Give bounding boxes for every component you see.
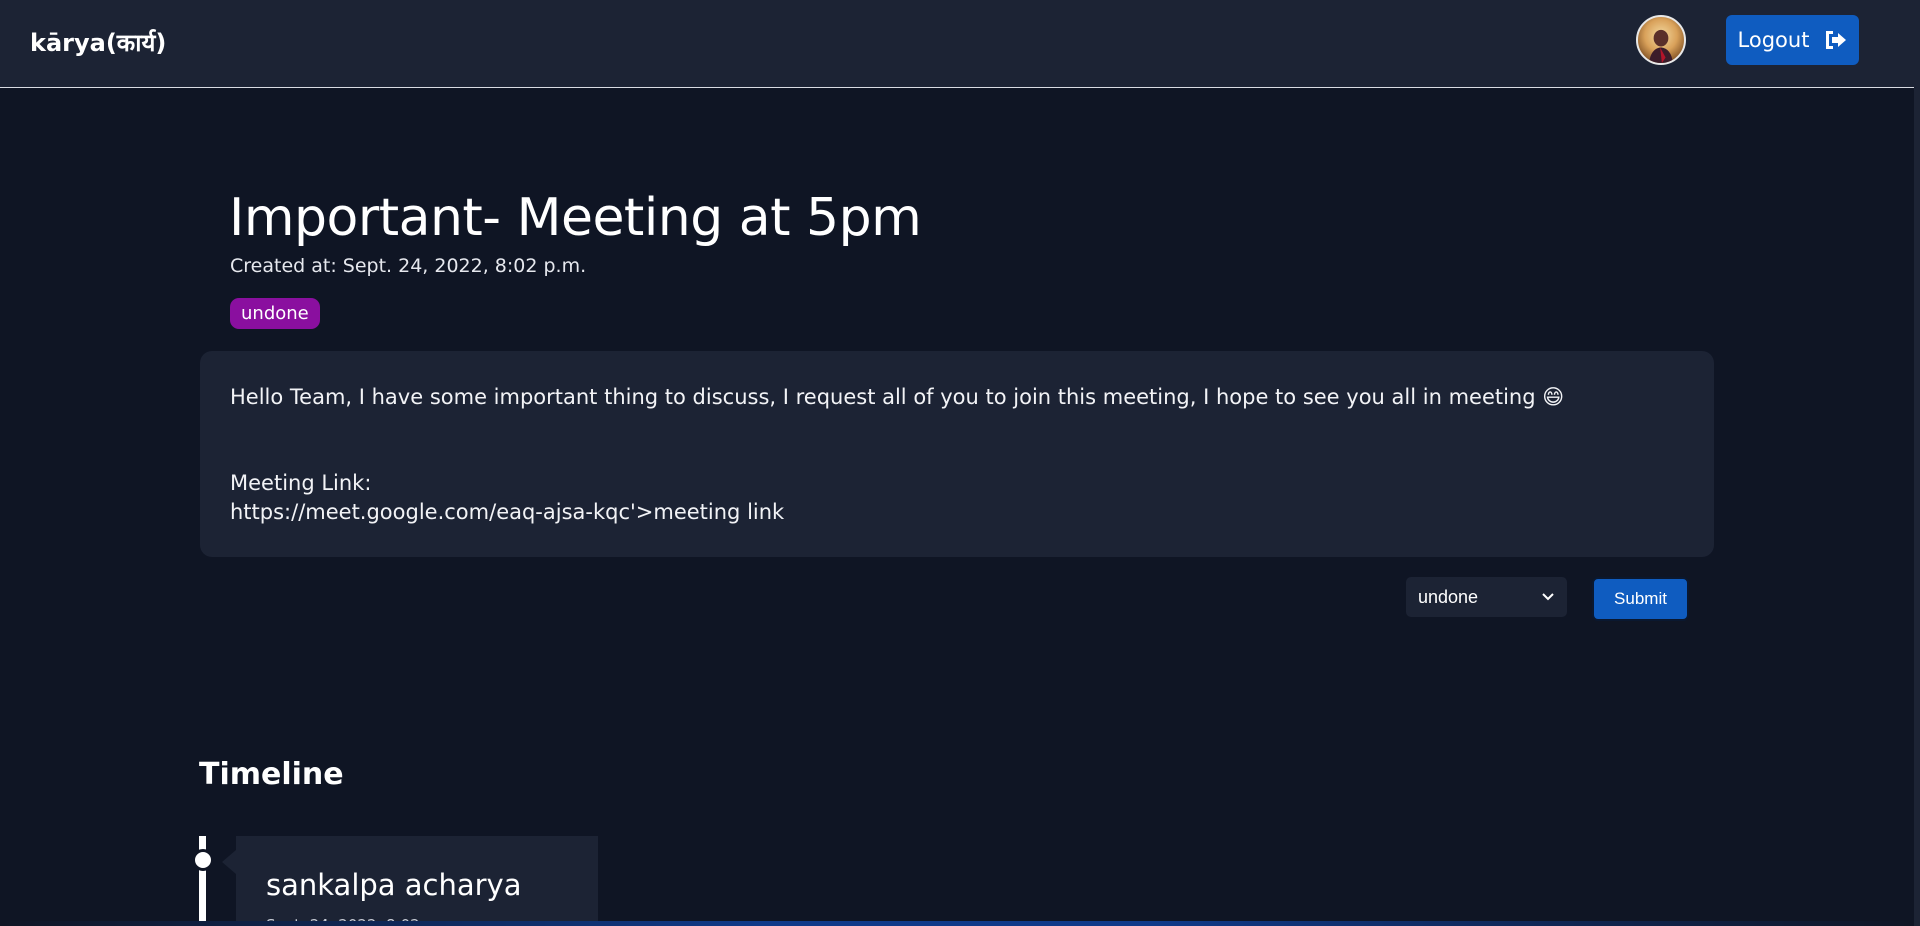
- timeline-heading: Timeline: [199, 757, 344, 792]
- chevron-down-icon: [1542, 593, 1554, 601]
- page-scrollbar[interactable]: [1914, 0, 1920, 926]
- status-select[interactable]: undone: [1406, 577, 1567, 617]
- status-select-value: undone: [1418, 586, 1479, 607]
- submit-button[interactable]: Submit: [1592, 577, 1689, 621]
- task-description-card: Hello Team, I have some important thing …: [200, 351, 1714, 557]
- timeline-entry: sankalpa acharya Sept. 24, 2022, 8:02 p.…: [222, 836, 598, 926]
- timeline-entry-name: sankalpa acharya: [266, 868, 522, 902]
- bottom-edge: [0, 921, 1914, 926]
- created-timestamp: Created at: Sept. 24, 2022, 8:02 p.m.: [230, 255, 587, 277]
- avatar-image: [1649, 29, 1673, 63]
- navbar: kārya(कार्य) Logout: [0, 0, 1914, 88]
- status-badge: undone: [230, 298, 320, 329]
- timeline-dot: [192, 849, 214, 871]
- sign-out-icon: [1826, 31, 1847, 49]
- logout-button[interactable]: Logout: [1726, 15, 1859, 65]
- logout-label: Logout: [1737, 28, 1810, 52]
- brand-logo[interactable]: kārya(कार्य): [30, 26, 166, 59]
- task-description: Hello Team, I have some important thing …: [230, 385, 1565, 409]
- user-avatar[interactable]: [1636, 15, 1686, 65]
- task-title: Important- Meeting at 5pm: [229, 188, 922, 248]
- meeting-link-label: Meeting Link:: [230, 471, 372, 495]
- meeting-link-url: https://meet.google.com/eaq-ajsa-kqc'>me…: [230, 500, 785, 524]
